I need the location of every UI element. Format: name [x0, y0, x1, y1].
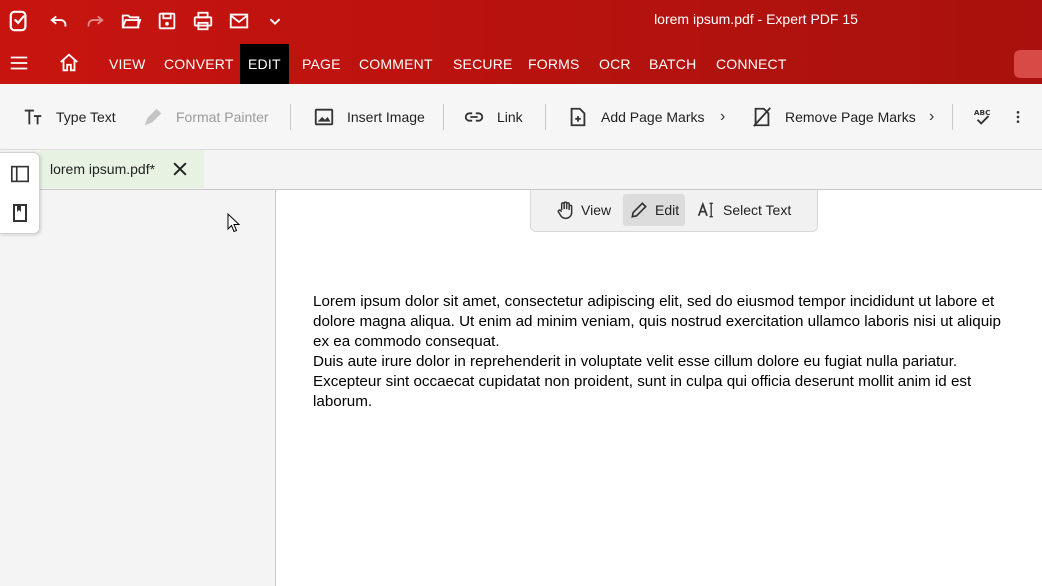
- more-options-icon[interactable]: [1010, 84, 1038, 150]
- insert-image-label: Insert Image: [347, 109, 425, 125]
- tab-view[interactable]: VIEW: [101, 44, 154, 84]
- view-mode-label: View: [581, 202, 612, 218]
- format-painter-button[interactable]: Format Painter: [142, 84, 269, 150]
- tab-convert[interactable]: CONVERT: [156, 44, 242, 84]
- home-icon[interactable]: [54, 42, 84, 84]
- tab-page[interactable]: PAGE: [294, 44, 349, 84]
- thumbnails-panel-icon[interactable]: [9, 163, 31, 185]
- edit-mode-label: Edit: [655, 202, 680, 218]
- text-line[interactable]: Lorem ipsum dolor sit amet, consectetur …: [313, 292, 1042, 312]
- type-text-label: Type Text: [56, 109, 116, 125]
- text-line[interactable]: laborum.: [313, 392, 1042, 412]
- add-page-marks-icon: [570, 107, 586, 127]
- tab-secure[interactable]: SECURE: [445, 44, 521, 84]
- link-icon: [464, 112, 484, 122]
- document-tab-name: lorem ipsum.pdf*: [50, 161, 156, 177]
- remove-page-marks-label: Remove Page Marks: [785, 109, 916, 125]
- text-line[interactable]: Excepteur sint occaecat cupidatat non pr…: [313, 372, 1042, 392]
- title-bar: lorem ipsum.pdf - Expert PDF 15: [0, 0, 1042, 42]
- tab-batch[interactable]: BATCH: [641, 44, 704, 84]
- text-line[interactable]: dolore magna aliqua. Ut enim ad minim ve…: [313, 312, 1042, 332]
- document-tab[interactable]: lorem ipsum.pdf*: [40, 150, 204, 188]
- text-line[interactable]: Duis aute irure dolor in reprehenderit i…: [313, 352, 1042, 372]
- format-painter-icon: [144, 108, 162, 126]
- link-label: Link: [497, 109, 523, 125]
- type-text-button[interactable]: Type Text: [22, 84, 116, 150]
- select-text-mode-button[interactable]: Select Text: [691, 194, 797, 226]
- remove-page-marks-icon: [753, 107, 771, 127]
- hamburger-menu-icon[interactable]: [4, 42, 34, 84]
- edit-toolbar: Type Text Format Painter Insert Image Li…: [0, 84, 1042, 150]
- add-page-marks-label: Add Page Marks: [601, 109, 705, 125]
- add-page-marks-button[interactable]: Add Page Marks: [567, 84, 705, 150]
- document-tab-strip: lorem ipsum.pdf*: [0, 150, 1042, 190]
- close-icon[interactable]: [170, 159, 190, 179]
- pencil-icon: [631, 202, 647, 218]
- tab-connect[interactable]: CONNECT: [708, 44, 795, 84]
- text-line[interactable]: ex ea commodo consequat.: [313, 332, 1042, 352]
- chevron-right-icon[interactable]: ›: [720, 84, 725, 150]
- window-title: lorem ipsum.pdf - Expert PDF 15: [654, 11, 858, 27]
- view-mode-button[interactable]: View: [549, 194, 617, 226]
- document-body-text[interactable]: Lorem ipsum dolor sit amet, consectetur …: [313, 292, 1042, 412]
- document-viewer[interactable]: View Edit Select Text Lorem ipsum dolor …: [276, 190, 1042, 586]
- toolbar-divider: [443, 104, 444, 130]
- remove-page-marks-button[interactable]: Remove Page Marks: [751, 84, 916, 150]
- spell-check-button[interactable]: ABC: [972, 84, 1006, 150]
- interaction-mode-bar: View Edit Select Text: [530, 190, 818, 232]
- select-text-mode-label: Select Text: [723, 202, 792, 218]
- tab-comment[interactable]: COMMENT: [351, 44, 441, 84]
- toolbar-divider: [952, 104, 953, 130]
- hand-icon: [557, 201, 573, 220]
- menu-bar: VIEW CONVERT EDIT PAGE COMMENT SECURE FO…: [0, 42, 1042, 84]
- image-icon: [314, 108, 334, 126]
- side-panel-toolbar: [0, 152, 40, 234]
- toolbar-divider: [290, 104, 291, 130]
- link-button[interactable]: Link: [463, 84, 523, 150]
- text-cursor-icon: [697, 201, 713, 218]
- bookmarks-panel-icon[interactable]: [9, 202, 31, 224]
- tab-forms[interactable]: FORMS: [520, 44, 588, 84]
- mouse-pointer-icon: [227, 213, 241, 233]
- tab-ocr[interactable]: OCR: [591, 44, 639, 84]
- spell-check-icon: ABC: [974, 108, 990, 125]
- insert-image-button[interactable]: Insert Image: [313, 84, 425, 150]
- edit-mode-button[interactable]: Edit: [623, 194, 686, 226]
- toolbar-divider: [545, 104, 546, 130]
- format-painter-label: Format Painter: [176, 109, 269, 125]
- left-side-panel: [0, 190, 276, 586]
- type-text-icon: [24, 109, 42, 125]
- search-box[interactable]: [1014, 50, 1042, 78]
- chevron-right-icon[interactable]: ›: [929, 84, 934, 150]
- tab-edit[interactable]: EDIT: [240, 44, 289, 84]
